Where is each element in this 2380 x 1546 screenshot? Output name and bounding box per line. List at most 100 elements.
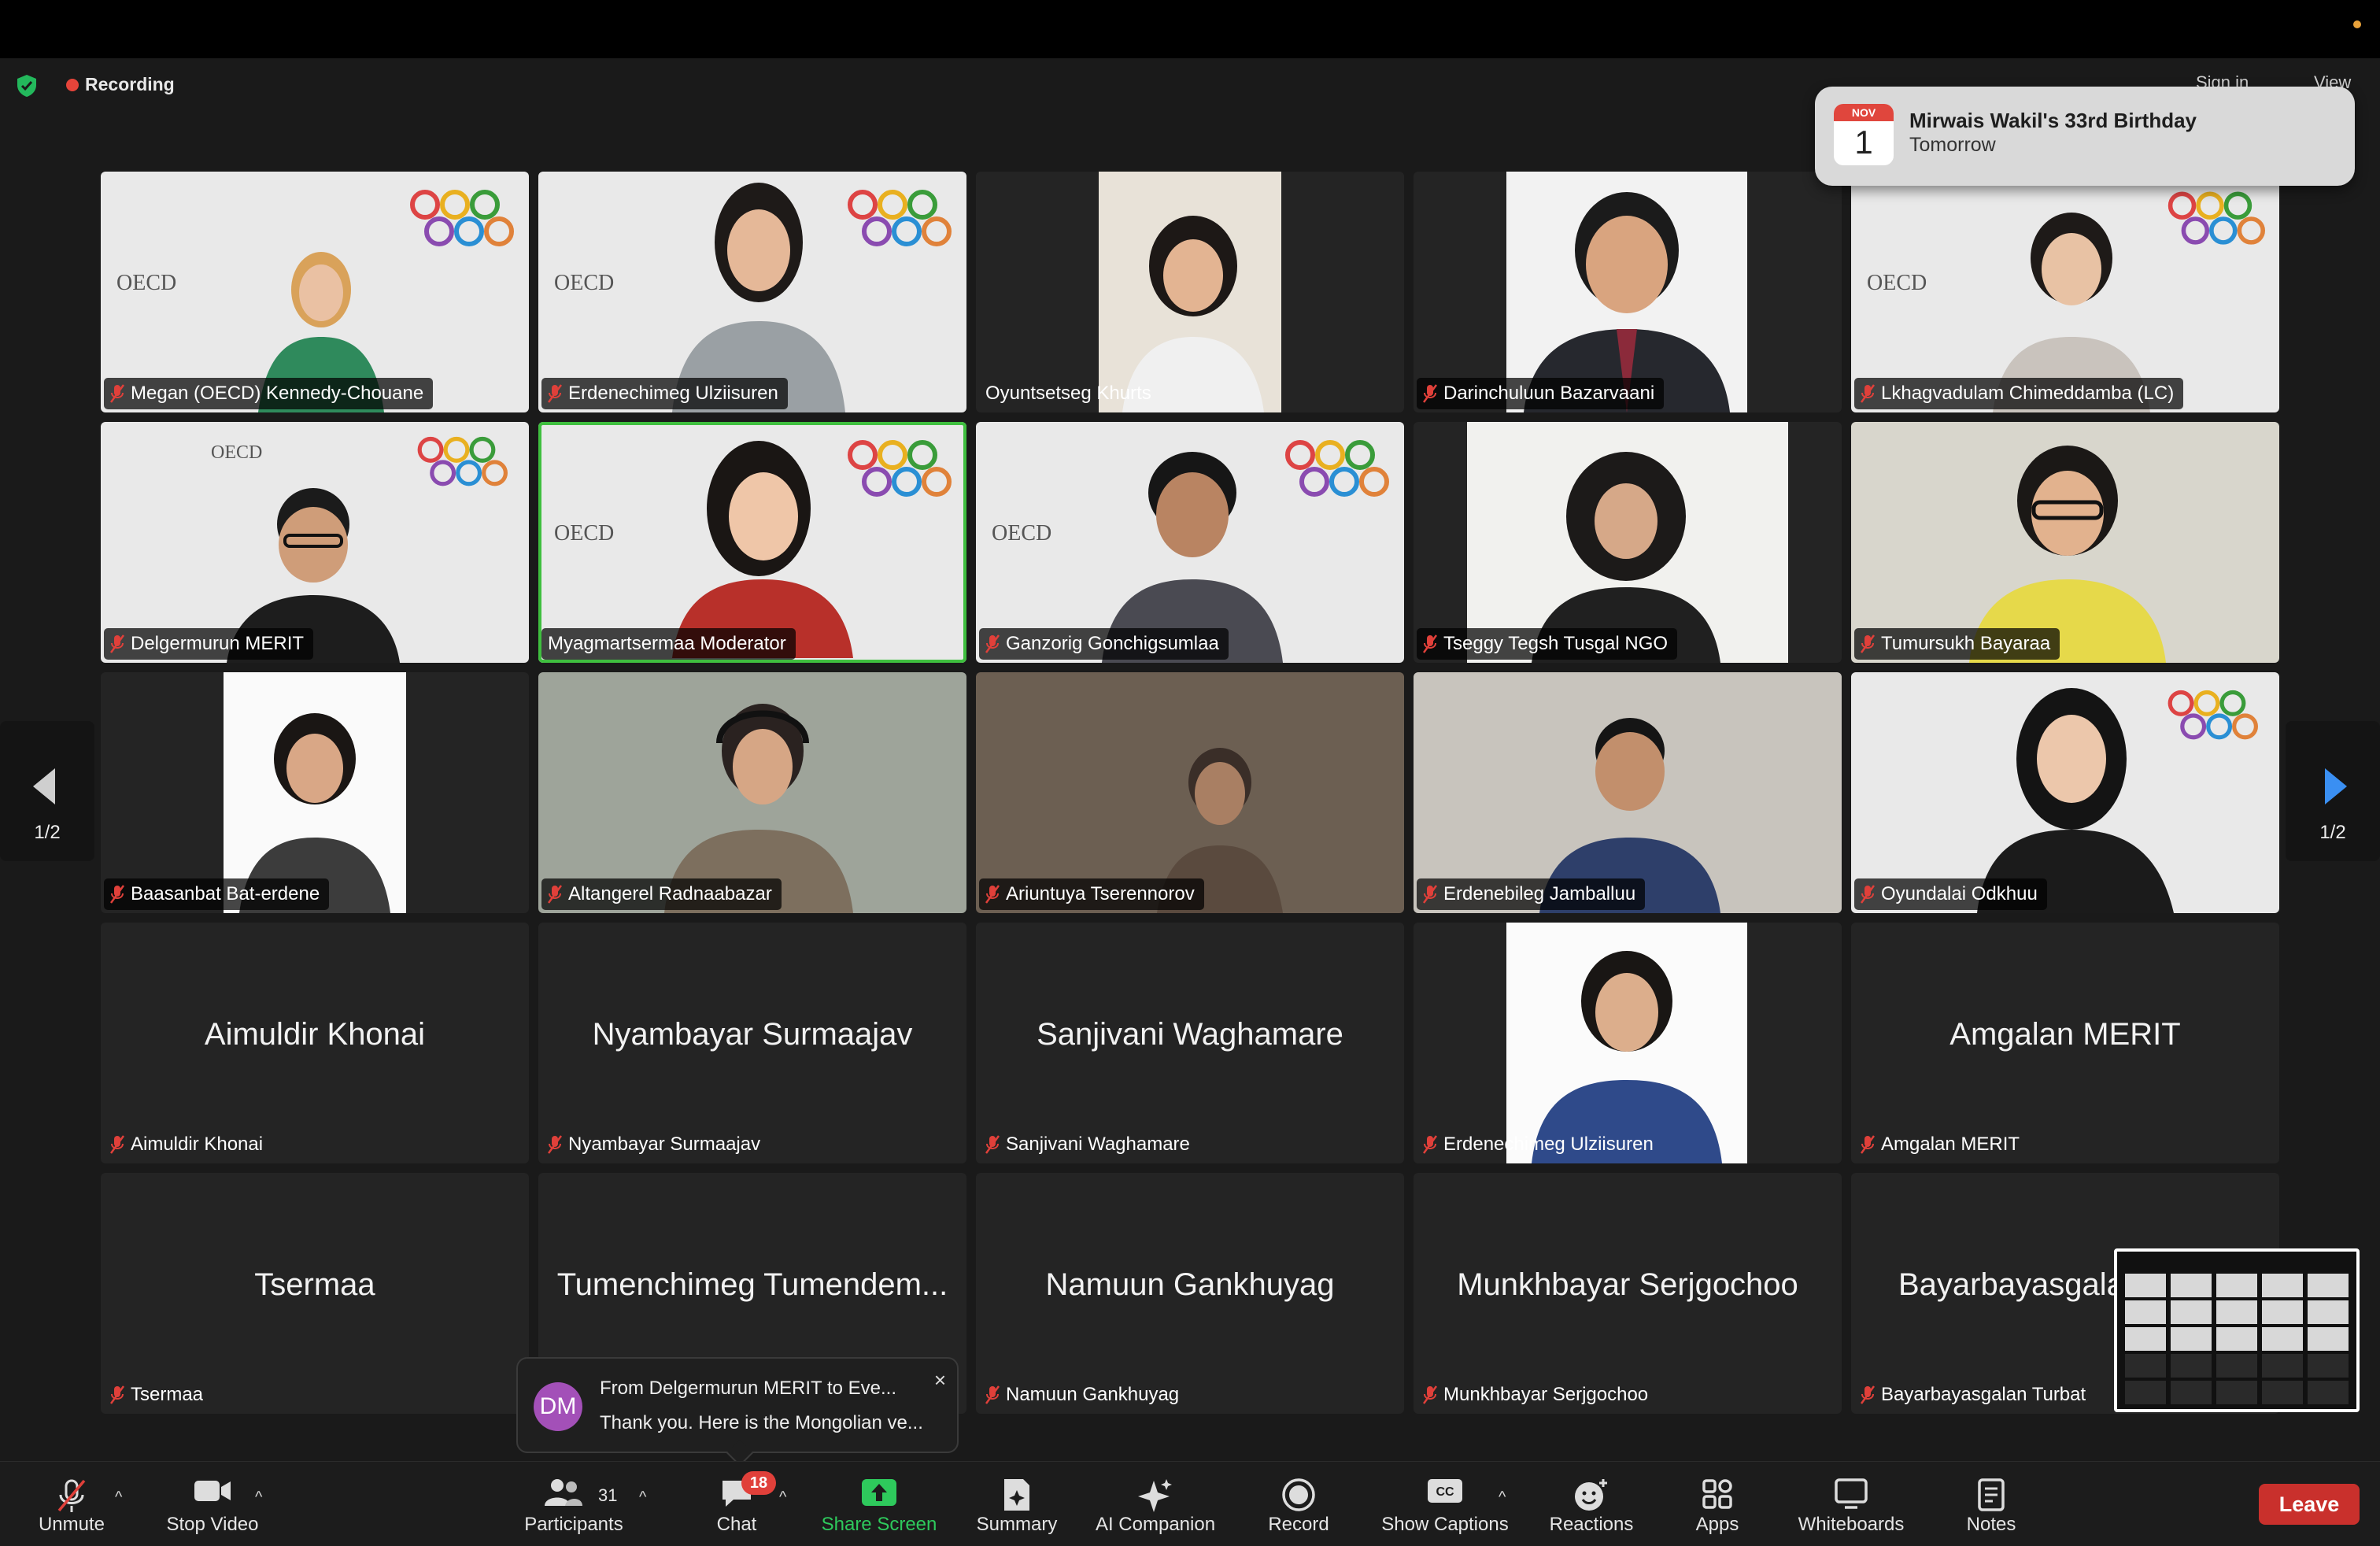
chat-message-popup[interactable]: DM From Delgermurun MERIT to Eve... Than… bbox=[516, 1357, 959, 1466]
video-tile[interactable]: Aimuldir Khonai Aimuldir Khonai bbox=[101, 923, 529, 1163]
video-tile[interactable]: Oyuntsetseg Khurts bbox=[976, 172, 1404, 412]
chat-sender: From Delgermurun MERIT to Eve... bbox=[600, 1378, 896, 1399]
video-tile[interactable]: Darinchuluun Bazarvaani bbox=[1414, 172, 1842, 412]
video-tile[interactable]: OECD Megan (OECD) Kennedy-Chouane bbox=[101, 172, 529, 412]
participant-name-tag: Tseggy Tegsh Tusgal NGO bbox=[1417, 628, 1678, 660]
gallery-grid: OECD Megan (OECD) Kennedy-Chouane OECD E… bbox=[101, 172, 2279, 1414]
video-tile[interactable]: Munkhbayar Serjgochoo Munkhbayar Serjgoc… bbox=[1414, 1173, 1842, 1414]
whiteboards-label: Whiteboards bbox=[1798, 1514, 1905, 1535]
participant-name-tag: Namuun Gankhuyag bbox=[979, 1379, 1188, 1411]
whiteboards-button[interactable]: Whiteboards bbox=[1791, 1462, 1911, 1546]
hexagon-logo-icon bbox=[410, 190, 514, 246]
captions-options-chevron-icon[interactable]: ^ bbox=[1499, 1489, 1506, 1507]
stop-video-button[interactable]: Stop Video bbox=[154, 1462, 271, 1546]
previous-page-button[interactable]: 1/2 bbox=[0, 721, 94, 861]
video-tile[interactable]: Tumursukh Bayaraa bbox=[1851, 422, 2279, 663]
participant-name-tag: Aimuldir Khonai bbox=[104, 1129, 272, 1160]
oecd-logo: OECD bbox=[116, 271, 177, 295]
self-view-thumbnail[interactable] bbox=[2114, 1248, 2360, 1412]
participant-name-tag: Myagmartsermaa Moderator bbox=[541, 628, 796, 660]
participant-name-tag: Megan (OECD) Kennedy-Chouane bbox=[104, 378, 434, 409]
participant-name: Erdenechimeg Ulziisuren bbox=[568, 383, 778, 404]
muted-mic-icon bbox=[1861, 1385, 1875, 1404]
participant-name-tag: Oyuntsetseg Khurts bbox=[979, 378, 1161, 409]
muted-mic-icon bbox=[548, 384, 562, 403]
participants-count: 31 bbox=[598, 1485, 618, 1505]
captions-icon: CC bbox=[1428, 1479, 1462, 1503]
participant-display-name: Amgalan MERIT bbox=[1949, 1017, 2181, 1052]
meeting-toolbar: Unmute ^ Stop Video ^ Participants 31 ^ … bbox=[0, 1461, 2380, 1546]
participant-video-image bbox=[672, 441, 853, 658]
video-tile[interactable]: Ariuntuya Tserennorov bbox=[976, 672, 1404, 913]
participant-name: Darinchuluun Bazarvaani bbox=[1443, 383, 1655, 404]
muted-mic-icon bbox=[985, 885, 1000, 904]
participant-name: Altangerel Radnaabazar bbox=[568, 883, 772, 904]
video-tile[interactable]: OECD Lkhagvadulam Chimeddamba (LC) bbox=[1851, 172, 2279, 412]
video-tile[interactable]: Erdenechimeg Ulziisuren bbox=[1414, 923, 1842, 1163]
muted-mic-icon bbox=[110, 634, 124, 653]
video-tile[interactable]: Sanjivani Waghamare Sanjivani Waghamare bbox=[976, 923, 1404, 1163]
video-tile[interactable]: Altangerel Radnaabazar bbox=[538, 672, 966, 913]
audio-options-chevron-icon[interactable]: ^ bbox=[115, 1489, 122, 1507]
ai-companion-button[interactable]: AI Companion bbox=[1085, 1462, 1226, 1546]
record-button[interactable]: Record bbox=[1259, 1462, 1338, 1546]
chat-label: Chat bbox=[716, 1514, 757, 1535]
summary-button[interactable]: Summary bbox=[962, 1462, 1072, 1546]
apps-button[interactable]: Apps bbox=[1680, 1462, 1755, 1546]
menu-bar bbox=[0, 0, 2380, 58]
oecd-logo: OECD bbox=[554, 521, 615, 546]
video-options-chevron-icon[interactable]: ^ bbox=[255, 1489, 262, 1507]
muted-mic-icon bbox=[985, 1135, 1000, 1154]
video-tile[interactable]: Tseggy Tegsh Tusgal NGO bbox=[1414, 422, 1842, 663]
muted-mic-icon bbox=[57, 1479, 86, 1512]
arrow-right-icon bbox=[2325, 768, 2347, 804]
show-captions-label: Show Captions bbox=[1381, 1514, 1509, 1535]
participant-name-tag: Amgalan MERIT bbox=[1854, 1129, 2029, 1160]
close-icon[interactable]: × bbox=[934, 1368, 946, 1393]
summary-document-icon bbox=[1004, 1479, 1029, 1511]
smiley-icon bbox=[1575, 1479, 1607, 1511]
muted-mic-icon bbox=[110, 885, 124, 904]
notes-button[interactable]: Notes bbox=[1957, 1462, 2026, 1546]
muted-mic-icon bbox=[1861, 634, 1875, 653]
oecd-logo: OECD bbox=[1867, 271, 1927, 295]
muted-mic-icon bbox=[1861, 885, 1875, 904]
leave-button[interactable]: Leave bbox=[2259, 1484, 2360, 1525]
recording-label[interactable]: Recording bbox=[85, 74, 175, 95]
muted-mic-icon bbox=[110, 384, 124, 403]
next-page-button[interactable]: 1/2 bbox=[2286, 721, 2380, 861]
video-tile[interactable]: OECD Delgermurun MERIT bbox=[101, 422, 529, 663]
participant-name: Nyambayar Surmaajav bbox=[568, 1134, 761, 1155]
participant-name: Myagmartsermaa Moderator bbox=[548, 633, 786, 654]
shield-icon[interactable] bbox=[16, 74, 38, 98]
video-tile[interactable]: Baasanbat Bat-erdene bbox=[101, 672, 529, 913]
chat-options-chevron-icon[interactable]: ^ bbox=[779, 1489, 786, 1507]
summary-label: Summary bbox=[976, 1514, 1058, 1535]
video-tile[interactable]: OECD Ganzorig Gonchigsumlaa bbox=[976, 422, 1404, 663]
video-tile[interactable]: Oyundalai Odkhuu bbox=[1851, 672, 2279, 913]
reactions-button[interactable]: Reactions bbox=[1539, 1462, 1643, 1546]
muted-mic-icon bbox=[1423, 885, 1437, 904]
participant-name: Sanjivani Waghamare bbox=[1006, 1134, 1190, 1155]
calendar-month: NOV bbox=[1834, 104, 1894, 121]
video-tile[interactable]: Tsermaa Tsermaa bbox=[101, 1173, 529, 1414]
participant-name: Munkhbayar Serjgochoo bbox=[1443, 1384, 1649, 1405]
video-tile[interactable]: OECD Erdenechimeg Ulziisuren bbox=[538, 172, 966, 412]
notes-icon bbox=[1978, 1478, 2005, 1511]
participant-name: Tsermaa bbox=[131, 1384, 204, 1405]
share-screen-button[interactable]: Share Screen bbox=[812, 1462, 946, 1546]
unmute-button[interactable]: Unmute bbox=[22, 1462, 121, 1546]
video-tile[interactable]: Erdenebileg Jamballuu bbox=[1414, 672, 1842, 913]
oecd-logo: OECD bbox=[211, 442, 263, 463]
active-speaker-tile[interactable]: OECD Myagmartsermaa Moderator bbox=[538, 422, 966, 663]
page-indicator-right: 1/2 bbox=[2319, 822, 2346, 843]
muted-mic-icon bbox=[548, 885, 562, 904]
video-tile[interactable]: Amgalan MERIT Amgalan MERIT bbox=[1851, 923, 2279, 1163]
participant-name: Namuun Gankhuyag bbox=[1006, 1384, 1180, 1405]
arrow-left-icon bbox=[33, 768, 55, 804]
video-tile[interactable]: Namuun Gankhuyag Namuun Gankhuyag bbox=[976, 1173, 1404, 1414]
video-tile[interactable]: Nyambayar Surmaajav Nyambayar Surmaajav bbox=[538, 923, 966, 1163]
participant-name: Tumursukh Bayaraa bbox=[1881, 633, 2051, 654]
calendar-notification[interactable]: NOV 1 Mirwais Wakil's 33rd Birthday Tomo… bbox=[1815, 87, 2355, 186]
participants-options-chevron-icon[interactable]: ^ bbox=[639, 1489, 646, 1507]
